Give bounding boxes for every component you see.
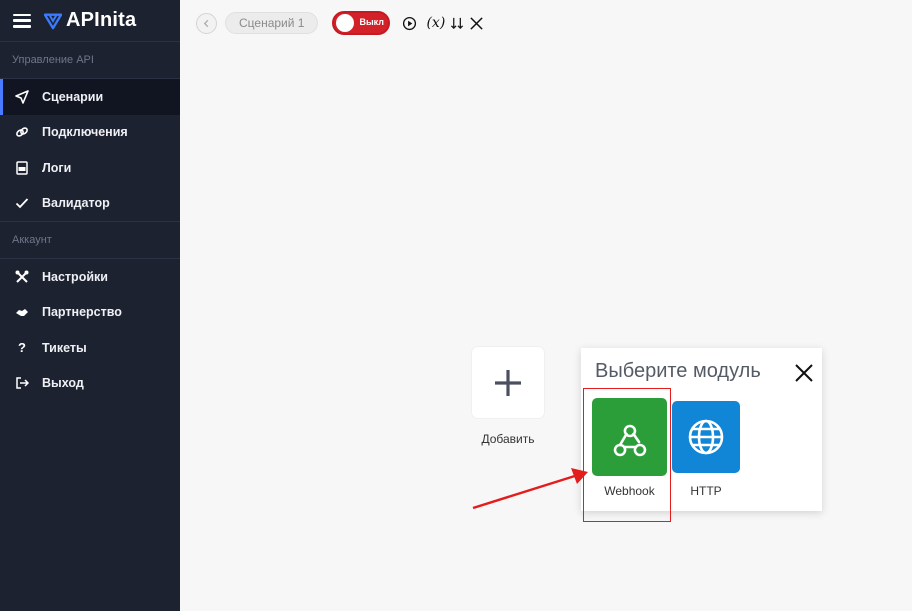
scenario-name[interactable]: Сценарий 1	[225, 12, 319, 34]
add-module-label: Добавить	[481, 432, 535, 446]
sidebar-item-label: Настройки	[42, 269, 108, 284]
module-picker: Выберите модуль Webhook HTTP	[581, 348, 822, 511]
webhook-icon	[613, 424, 646, 457]
sidebar-item-connections[interactable]: Подключения	[0, 115, 180, 151]
logout-icon	[15, 376, 29, 390]
handshake-icon	[15, 305, 29, 319]
sidebar-item-scenarios[interactable]: Сценарии	[0, 79, 180, 115]
sidebar-item-settings[interactable]: Настройки	[0, 259, 180, 295]
scenario-toolbar: Сценарий 1 Выкл (x)	[196, 11, 484, 35]
sort-icon	[451, 17, 464, 29]
toggle-label: Выкл	[359, 17, 384, 27]
http-module-label: HTTP	[690, 484, 722, 498]
close-scenario-button[interactable]	[469, 13, 484, 33]
send-icon	[15, 89, 29, 104]
chevron-left-icon	[203, 19, 209, 27]
sidebar-item-label: Выход	[42, 376, 84, 391]
close-icon	[470, 16, 483, 30]
brand-bar: APInita	[0, 0, 180, 42]
scenario-toggle[interactable]: Выкл	[332, 11, 391, 35]
sidebar-item-partnership[interactable]: Партнерство	[0, 295, 180, 331]
close-icon[interactable]	[794, 363, 814, 383]
variables-button[interactable]: (x)	[426, 13, 445, 33]
sidebar-item-label: Партнерство	[42, 305, 122, 320]
menu-icon[interactable]	[13, 13, 31, 28]
module-picker-title: Выберите модуль	[595, 360, 761, 382]
question-icon: ?	[18, 340, 26, 356]
toggle-knob	[336, 14, 355, 32]
sidebar-item-validator[interactable]: Валидатор	[0, 186, 180, 222]
sidebar-item-label: Подключения	[42, 125, 128, 140]
play-icon	[403, 16, 417, 30]
check-icon	[15, 196, 29, 210]
log-icon	[15, 161, 29, 175]
sidebar-item-label: Тикеты	[42, 340, 87, 355]
add-module-button[interactable]	[472, 347, 544, 418]
section-label-api: Управление API	[0, 42, 180, 79]
tools-icon	[15, 270, 29, 284]
logo-icon	[44, 13, 62, 29]
plus-icon	[495, 369, 521, 396]
webhook-module-button[interactable]	[592, 398, 667, 476]
sidebar-item-logs[interactable]: Логи	[0, 150, 180, 186]
globe-icon	[688, 419, 724, 455]
sidebar-item-label: Сценарии	[42, 89, 104, 104]
brand-name: APInita	[66, 9, 137, 31]
webhook-module-label: Webhook	[604, 484, 655, 498]
sidebar-item-logout[interactable]: Выход	[0, 366, 180, 402]
http-module-button[interactable]	[672, 401, 740, 473]
sidebar: APInita Управление API Сценарии Подключе…	[0, 0, 180, 611]
run-button[interactable]	[402, 13, 417, 33]
sidebar-item-label: Валидатор	[42, 196, 110, 211]
back-button[interactable]	[196, 12, 217, 34]
section-label-account: Аккаунт	[0, 222, 180, 259]
logo[interactable]: APInita	[44, 9, 136, 32]
link-icon	[15, 125, 29, 139]
sidebar-item-label: Логи	[42, 160, 72, 175]
sort-button[interactable]	[450, 13, 465, 33]
sidebar-item-tickets[interactable]: ? Тикеты	[0, 330, 180, 366]
